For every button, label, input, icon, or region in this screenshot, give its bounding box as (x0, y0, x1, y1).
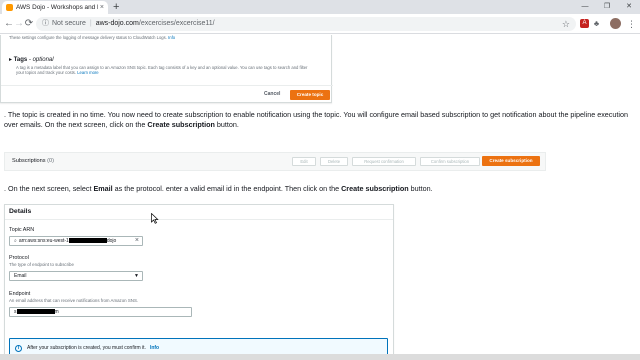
browser-tab-bar: AWS Dojo - Workshops and Exerc × + — ❐ ✕ (0, 0, 640, 14)
not-secure-label: Not secure (52, 20, 86, 27)
tab-close-icon[interactable]: × (100, 4, 104, 11)
tags-description: A tag is a metadata label that you can a… (16, 65, 316, 75)
endpoint-suffix: m (54, 309, 59, 315)
pdf-ext-icon[interactable]: A (580, 19, 589, 28)
cancel-button[interactable]: Cancel (264, 91, 280, 97)
tags-optional-label: - optional (28, 57, 54, 63)
window-close-icon[interactable]: ✕ (618, 0, 640, 14)
tags-section-toggle[interactable]: ▸ Tags - optional (9, 56, 54, 63)
protocol-select[interactable]: Email ▼ (9, 271, 143, 281)
info-circle-icon: i (15, 345, 22, 352)
url-path: /excercises/excercise11/ (138, 20, 215, 27)
step2-text-1: . On the next screen, select (4, 184, 94, 193)
details-panel: Details Topic ARN ⌕ arn:aws:sns:eu-west-1… (4, 204, 394, 360)
info-link[interactable]: Info (150, 345, 159, 351)
browser-tab[interactable]: AWS Dojo - Workshops and Exerc × (2, 1, 108, 14)
details-title: Details (9, 208, 32, 215)
mouse-cursor-icon (151, 213, 159, 224)
request-confirmation-button[interactable]: Request confirmation (352, 157, 416, 166)
step1-text-end: button. (214, 120, 239, 129)
edit-button[interactable]: Edit (292, 157, 316, 166)
topic-arn-label: Topic ARN (9, 227, 35, 233)
address-bar[interactable]: ⓘ Not secure | aws-dojo.com/excercises/exce… (36, 17, 576, 31)
browser-toolbar: ← → ⟳ ⓘ Not secure | aws-dojo.com/excercise… (0, 14, 640, 34)
aws-favicon-icon (6, 4, 13, 11)
bookmark-star-icon[interactable]: ☆ (562, 17, 570, 31)
tab-title: AWS Dojo - Workshops and Exerc (16, 4, 98, 11)
protocol-label: Protocol (9, 255, 29, 261)
new-tab-button[interactable]: + (113, 0, 119, 14)
topic-arn-suffix: dojo (106, 238, 117, 244)
endpoint-label: Endpoint (9, 291, 31, 297)
url-separator: | (89, 20, 92, 27)
clear-input-icon[interactable]: × (135, 237, 139, 245)
url-host: aws-dojo.com (95, 20, 139, 27)
endpoint-input[interactable]: sm (9, 307, 192, 317)
create-topic-panel: These settings configure the logging of … (0, 35, 333, 103)
endpoint-description: An email address that can receive notifi… (9, 298, 139, 303)
redaction-bar (68, 238, 107, 244)
subscriptions-label: Subscriptions (12, 158, 46, 164)
tags-label: Tags (13, 57, 28, 63)
create-subscription-button[interactable]: Create subscription (482, 156, 540, 166)
browser-menu-icon[interactable]: ⋮ (627, 17, 636, 31)
form-footer: Cancel Create topic (1, 85, 333, 103)
tags-desc-text: A tag is a metadata label that you can a… (16, 65, 308, 76)
window-bottom-edge (0, 354, 640, 360)
dropdown-caret-icon: ▼ (134, 273, 139, 279)
step1-bold: Create subscription (147, 120, 215, 129)
profile-avatar[interactable] (610, 18, 621, 29)
logging-description: These settings configure the logging of … (9, 35, 175, 40)
topic-arn-prefix: arn:aws:sns:eu-west-1 (18, 238, 69, 244)
subscriptions-panel: Subscriptions (0) Edit Delete Request co… (4, 152, 546, 171)
site-info-icon[interactable]: ⓘ (42, 20, 49, 27)
step2-text-3: button. (408, 184, 433, 193)
protocol-value: Email (14, 273, 27, 279)
instruction-step-2: . On the next screen, select Email as th… (4, 184, 634, 194)
step2-bold-2: Create subscription (341, 184, 409, 193)
bookmark-ext-icon[interactable]: ♣ (592, 19, 601, 28)
step2-text-2: as the protocol. enter a valid email id … (112, 184, 342, 193)
expand-caret-icon: ▸ (9, 57, 13, 63)
page-content: These settings configure the logging of … (0, 35, 640, 360)
search-icon: ⌕ (14, 238, 17, 244)
instruction-step-1: . The topic is created in no time. You n… (4, 110, 634, 130)
info-message: After your subscription is created, you … (27, 345, 146, 351)
subscriptions-count: (0) (47, 158, 54, 164)
maximize-icon[interactable]: ❐ (596, 0, 618, 14)
logging-info-link[interactable]: Info (168, 35, 175, 40)
confirm-subscription-button[interactable]: Confirm subscription (420, 157, 480, 166)
details-header: Details (5, 205, 393, 220)
reload-icon[interactable]: ⟳ (22, 17, 36, 31)
logging-text: These settings configure the logging of … (9, 35, 167, 40)
minimize-icon[interactable]: — (574, 0, 596, 14)
redaction-bar (16, 309, 55, 315)
info-alert-text: After your subscription is created, you … (27, 345, 159, 351)
step1-text: . The topic is created in no time. You n… (4, 110, 628, 129)
create-topic-button[interactable]: Create topic (290, 90, 330, 100)
step2-bold-1: Email (93, 184, 113, 193)
protocol-description: The type of endpoint to subscribe (9, 262, 74, 267)
delete-button[interactable]: Delete (320, 157, 348, 166)
topic-arn-input[interactable]: ⌕ arn:aws:sns:eu-west-1 dojo × (9, 236, 143, 246)
learn-more-link[interactable]: Learn more (77, 70, 98, 75)
subscriptions-title: Subscriptions (0) (12, 158, 54, 164)
